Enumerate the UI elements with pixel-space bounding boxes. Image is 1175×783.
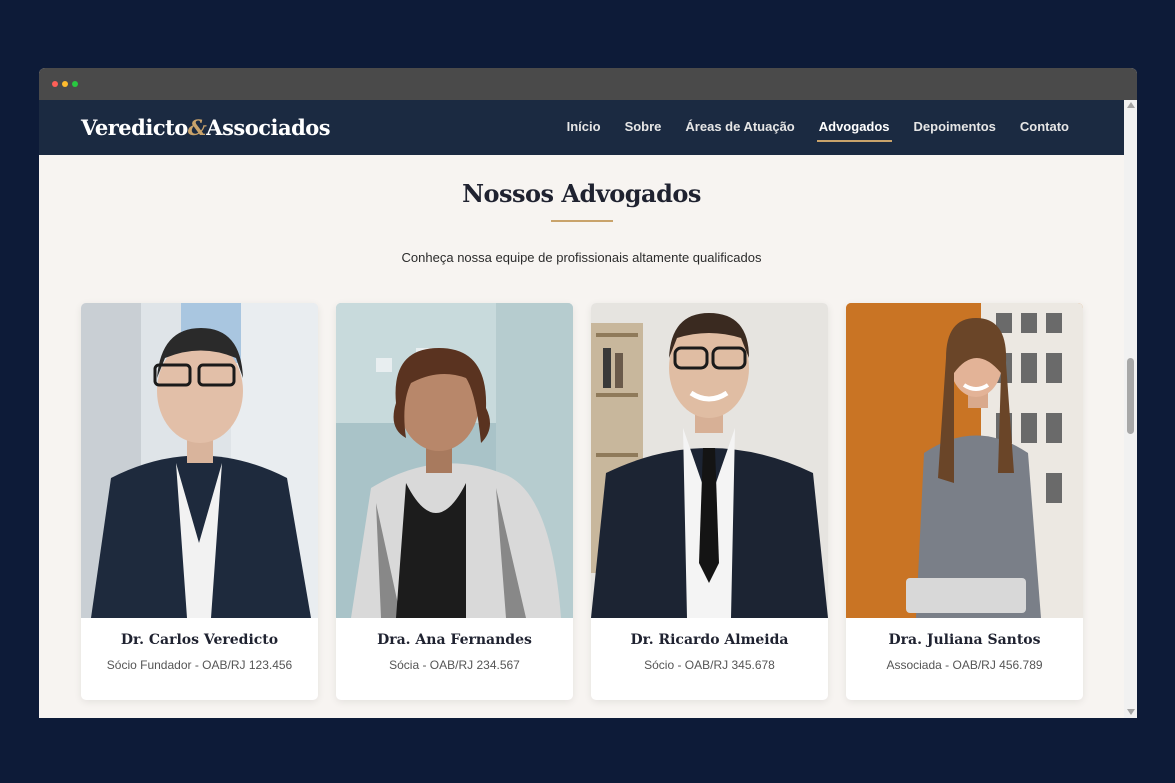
lawyer-photo <box>336 303 573 618</box>
site-logo[interactable]: Veredicto&Associados <box>81 115 331 140</box>
scroll-up-arrow-icon[interactable] <box>1127 102 1135 108</box>
lawyer-photo <box>591 303 828 618</box>
lawyers-section: Nossos Advogados Conheça nossa equipe de… <box>39 179 1124 700</box>
lawyer-photo <box>81 303 318 618</box>
vertical-scrollbar[interactable] <box>1124 100 1137 718</box>
lawyer-name: Dra. Ana Fernandes <box>377 632 532 648</box>
lawyer-card[interactable]: Dr. Carlos Veredicto Sócio Fundador - OA… <box>81 303 318 700</box>
nav-link-inicio[interactable]: Início <box>567 113 601 142</box>
title-underline <box>550 220 613 222</box>
lawyer-name: Dra. Juliana Santos <box>888 632 1041 648</box>
lawyer-name: Dr. Carlos Veredicto <box>120 632 279 648</box>
lawyer-card[interactable]: Dra. Ana Fernandes Sócia - OAB/RJ 234.56… <box>336 303 573 700</box>
lawyer-card[interactable]: Dr. Ricardo Almeida Sócio - OAB/RJ 345.6… <box>591 303 828 700</box>
nav-link-areas-de-atuacao[interactable]: Áreas de Atuação <box>685 113 794 142</box>
lawyer-role: Sócio Fundador - OAB/RJ 123.456 <box>106 658 293 672</box>
browser-titlebar <box>39 68 1137 100</box>
scroll-thumb[interactable] <box>1127 358 1134 434</box>
close-window-dot[interactable] <box>52 81 58 87</box>
browser-window: Veredicto&Associados Início Sobre Áreas … <box>39 68 1137 718</box>
maximize-window-dot[interactable] <box>72 81 78 87</box>
lawyer-role: Associada - OAB/RJ 456.789 <box>886 658 1043 672</box>
lawyer-role: Sócio - OAB/RJ 345.678 <box>644 658 775 672</box>
section-subtitle: Conheça nossa equipe de profissionais al… <box>401 250 762 265</box>
minimize-window-dot[interactable] <box>62 81 68 87</box>
nav-link-advogados[interactable]: Advogados <box>816 113 892 142</box>
scroll-down-arrow-icon[interactable] <box>1127 709 1135 715</box>
lawyer-name: Dr. Ricardo Almeida <box>630 632 789 648</box>
main-nav: Início Sobre Áreas de Atuação Advogados … <box>543 113 1069 142</box>
site-navbar: Veredicto&Associados Início Sobre Áreas … <box>39 100 1124 155</box>
page-viewport: Veredicto&Associados Início Sobre Áreas … <box>39 100 1124 718</box>
lawyer-cards: Dr. Carlos Veredicto Sócio Fundador - OA… <box>39 303 1124 700</box>
nav-link-depoimentos[interactable]: Depoimentos <box>914 113 996 142</box>
section-title: Nossos Advogados <box>462 179 701 208</box>
lawyer-card[interactable]: Dra. Juliana Santos Associada - OAB/RJ 4… <box>846 303 1083 700</box>
lawyer-role: Sócia - OAB/RJ 234.567 <box>389 658 520 672</box>
nav-link-sobre[interactable]: Sobre <box>625 113 662 142</box>
lawyer-photo <box>846 303 1083 618</box>
nav-link-contato[interactable]: Contato <box>1020 113 1069 142</box>
